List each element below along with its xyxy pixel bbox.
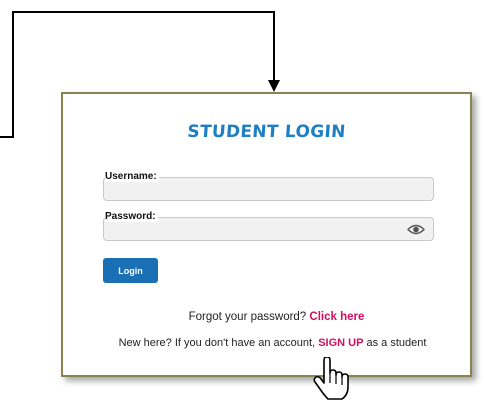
screen: STUDENT LOGIN Username: Password: Login …: [0, 0, 484, 402]
page-title: STUDENT LOGIN: [186, 122, 347, 142]
new-here-text: New here? If you don't have an account,: [118, 337, 316, 349]
hand-pointer-icon: [313, 357, 349, 400]
signup-link[interactable]: SIGN UP: [318, 337, 363, 349]
eye-icon[interactable]: [407, 223, 425, 236]
signup-line: New here? If you don't have an account, …: [63, 337, 470, 349]
login-button[interactable]: Login: [103, 258, 158, 283]
student-login-panel: STUDENT LOGIN Username: Password: Login …: [61, 92, 472, 377]
password-label: Password:: [105, 211, 158, 222]
signup-suffix-text: as a student: [366, 337, 427, 349]
username-label: Username:: [105, 171, 159, 182]
arrow-head-icon: [268, 80, 280, 92]
forgot-password-link[interactable]: Click here: [309, 311, 364, 323]
forgot-password-text: Forgot your password?: [188, 311, 307, 323]
forgot-password-line: Forgot your password? Click here: [63, 311, 470, 323]
